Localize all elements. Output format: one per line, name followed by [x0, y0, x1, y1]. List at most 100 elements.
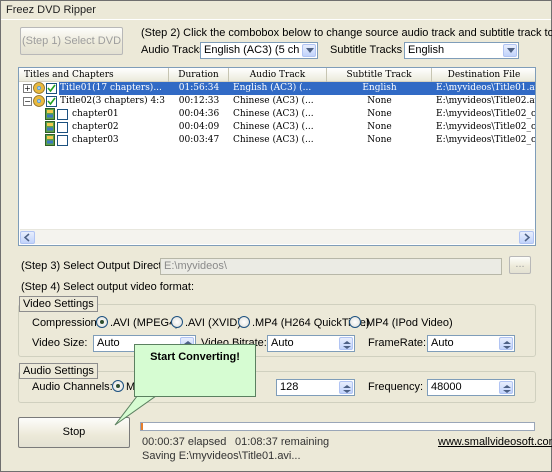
- radio-mp4-h264[interactable]: [238, 316, 250, 328]
- radio-avi-xvid[interactable]: [171, 316, 183, 328]
- column-header[interactable]: Subtitle Track: [327, 68, 432, 82]
- spinner-icon: [339, 337, 353, 350]
- option-avi-xvid[interactable]: .AVI (XVID): [185, 317, 241, 329]
- audio-tracks-combo[interactable]: English (AC3) (5 ch), 48000Hz: [200, 42, 318, 59]
- radio-mp4-ipod[interactable]: [349, 316, 361, 328]
- audio-bitrate-combo[interactable]: 128: [276, 379, 355, 396]
- title-checkbox[interactable]: [46, 83, 57, 94]
- title-cell: chapter02: [72, 122, 119, 132]
- compression-label: Compression:: [32, 317, 100, 329]
- chevron-down-icon: [302, 44, 316, 57]
- subtitle-cell: None: [367, 122, 392, 132]
- dest-cell: E:\myvideos\Title02.avi: [436, 96, 536, 106]
- table-row[interactable]: − Title02(3 chapters) 4:3 00:12:33 Chine…: [19, 95, 535, 108]
- audio-cell: Chinese (AC3) (...: [233, 96, 314, 106]
- callout-text: Start Converting!: [150, 351, 240, 363]
- table-row[interactable]: + Title01(17 chapters)... 01:56:34 Engli…: [19, 82, 535, 95]
- spinner-icon: [339, 381, 353, 394]
- main-window: Freez DVD Ripper (Step 1) Select DVD (St…: [0, 0, 552, 472]
- horizontal-scrollbar[interactable]: [20, 229, 534, 244]
- column-header[interactable]: Destination File: [432, 68, 535, 82]
- chapter-file-icon: [45, 134, 55, 146]
- option-avi-mpeg4[interactable]: .AVI (MPEG4): [110, 317, 179, 329]
- option-mp4-ipod[interactable]: .MP4 (IPod Video): [363, 317, 453, 329]
- dvd-disc-icon: [33, 95, 45, 107]
- duration-cell: 00:04:36: [178, 109, 220, 119]
- framerate-combo[interactable]: Auto: [427, 335, 515, 352]
- framerate-label: FrameRate:: [368, 337, 427, 349]
- conversion-progress-bar: [140, 422, 535, 431]
- duration-cell: 00:03:47: [178, 135, 220, 145]
- collapse-icon[interactable]: −: [23, 97, 32, 106]
- select-dvd-label: (Step 1) Select DVD: [21, 35, 122, 47]
- window-title: Freez DVD Ripper: [6, 4, 96, 16]
- title-cell: chapter01: [72, 109, 119, 119]
- subtitle-cell: None: [367, 109, 392, 119]
- titles-list[interactable]: Titles and Chapters Duration Audio Track…: [18, 67, 536, 246]
- audio-tracks-label: Audio Tracks: [141, 44, 205, 56]
- callout-pointer: [114, 391, 164, 426]
- subtitle-tracks-label: Subtitle Tracks: [330, 44, 403, 56]
- expand-icon[interactable]: +: [23, 84, 32, 93]
- start-converting-callout: Start Converting!: [134, 344, 256, 397]
- dest-cell: E:\myvideos\Title02_ch: [436, 135, 536, 145]
- title-cell: chapter03: [72, 135, 119, 145]
- duration-cell: 01:56:34: [169, 82, 229, 95]
- scroll-right-icon[interactable]: [519, 231, 534, 244]
- spinner-icon: [499, 337, 513, 350]
- chapter-file-icon: [45, 108, 55, 120]
- output-directory-field[interactable]: E:\myvideos\: [160, 258, 502, 275]
- video-bitrate-value: Auto: [271, 337, 294, 349]
- spinner-icon: [499, 381, 513, 394]
- subtitle-cell: None: [367, 96, 392, 106]
- step3-label: (Step 3) Select Output Directory:: [21, 260, 180, 272]
- website-link[interactable]: www.smallvideosoft.com: [438, 436, 552, 448]
- chapter-checkbox[interactable]: [57, 135, 68, 146]
- subtitle-cell: None: [367, 135, 392, 145]
- video-bitrate-combo[interactable]: Auto: [267, 335, 355, 352]
- output-directory-value: E:\myvideos\: [164, 260, 227, 272]
- title-checkbox[interactable]: [46, 96, 57, 107]
- title-cell: Title02(3 chapters) 4:3: [60, 96, 165, 106]
- column-header[interactable]: Titles and Chapters: [19, 68, 169, 82]
- video-settings-title: Video Settings: [19, 296, 98, 312]
- dest-cell: E:\myvideos\Title02_ch: [436, 122, 536, 132]
- audio-cell: English (AC3) (...: [229, 82, 327, 95]
- column-header[interactable]: Audio Track: [229, 68, 327, 82]
- title-bar: Freez DVD Ripper: [1, 1, 551, 20]
- subtitle-tracks-value: English: [408, 44, 445, 56]
- remaining-time: 01:08:37 remaining: [235, 436, 330, 448]
- select-dvd-button[interactable]: (Step 1) Select DVD: [20, 27, 123, 55]
- table-row[interactable]: chapter03 00:03:47 Chinese (AC3) (... No…: [19, 134, 535, 147]
- audio-cell: Chinese (AC3) (...: [233, 135, 314, 145]
- framerate-value: Auto: [431, 337, 454, 349]
- column-header[interactable]: Duration: [169, 68, 229, 82]
- saving-status: Saving E:\myvideos\Title01.avi...: [142, 450, 301, 462]
- dvd-disc-icon: [33, 82, 45, 94]
- browse-label: ...: [515, 258, 525, 270]
- table-row[interactable]: chapter01 00:04:36 Chinese (AC3) (... No…: [19, 108, 535, 121]
- table-row[interactable]: chapter02 00:04:09 Chinese (AC3) (... No…: [19, 121, 535, 134]
- chapter-file-icon: [45, 121, 55, 133]
- chapter-checkbox[interactable]: [57, 122, 68, 133]
- frequency-combo[interactable]: 48000: [427, 379, 515, 396]
- chapter-checkbox[interactable]: [57, 109, 68, 120]
- scroll-left-icon[interactable]: [20, 231, 35, 244]
- chevron-down-icon: [503, 44, 517, 57]
- elapsed-time: 00:00:37 elapsed: [142, 436, 227, 448]
- step4-label: (Step 4) Select output video format:: [21, 281, 195, 293]
- audio-bitrate-value: 128: [280, 381, 299, 393]
- dest-cell: E:\myvideos\Title02_ch: [436, 109, 536, 119]
- duration-cell: 00:04:09: [178, 122, 220, 132]
- radio-avi-mpeg4[interactable]: [96, 316, 108, 328]
- browse-button[interactable]: ...: [509, 256, 531, 274]
- audio-tracks-value: English (AC3) (5 ch), 48000Hz: [204, 44, 299, 56]
- frequency-label: Frequency:: [368, 381, 424, 393]
- frequency-value: 48000: [431, 381, 462, 393]
- subtitle-cell: English: [327, 82, 432, 95]
- dest-cell: E:\myvideos\Title01.avi: [432, 82, 535, 95]
- video-size-label: Video Size:: [32, 337, 88, 349]
- subtitle-tracks-combo[interactable]: English: [404, 42, 519, 59]
- audio-settings-title: Audio Settings: [19, 363, 98, 379]
- list-header: Titles and Chapters Duration Audio Track…: [19, 68, 535, 82]
